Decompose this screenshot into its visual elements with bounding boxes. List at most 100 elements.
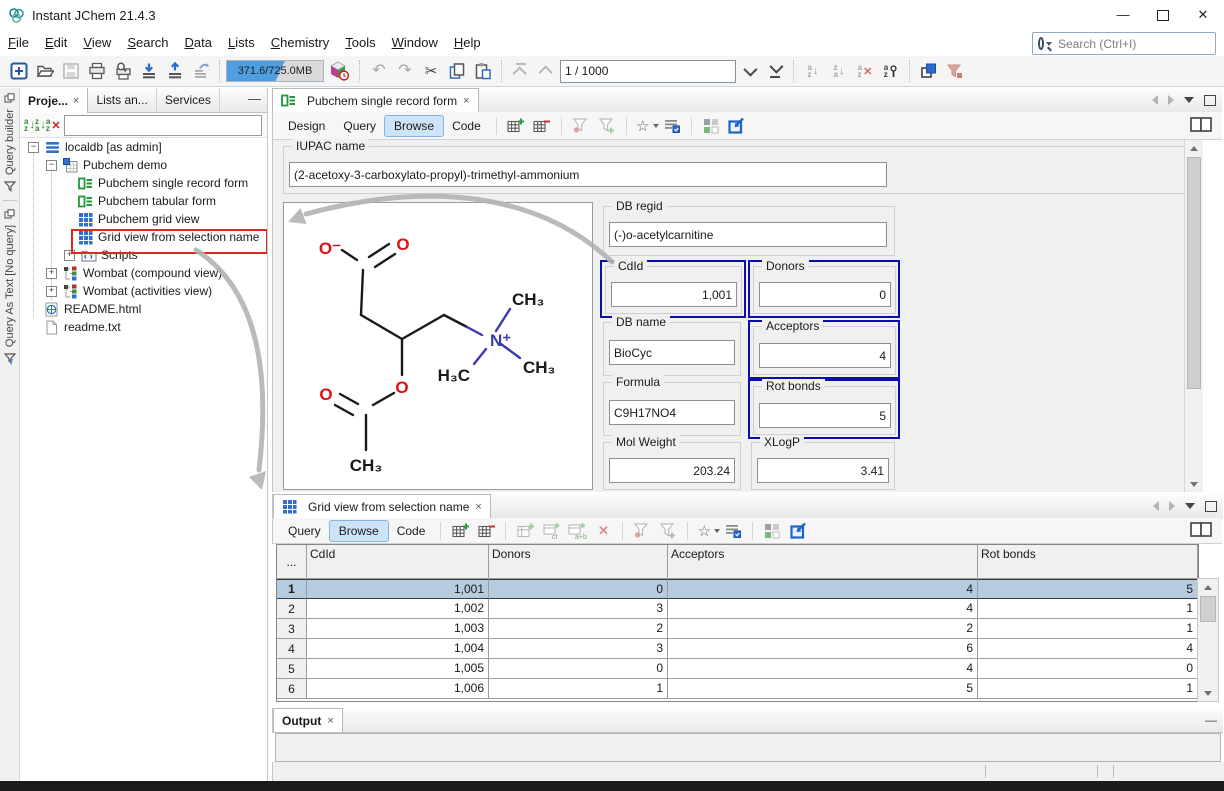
maximize-button[interactable] xyxy=(1146,4,1180,26)
expand-icon[interactable]: + xyxy=(64,250,75,261)
cut-icon[interactable]: ✂ xyxy=(418,58,444,84)
new-item-button[interactable] xyxy=(6,58,32,84)
maximize-panel-icon[interactable] xyxy=(1205,501,1217,512)
add-chemical-terms-field-icon[interactable]: ct xyxy=(538,518,564,544)
row-number[interactable]: 1 xyxy=(277,579,307,599)
scroll-down-icon[interactable] xyxy=(1185,476,1203,492)
widget-toggle-icon[interactable] xyxy=(698,113,724,139)
column-header-cdid[interactable]: CdId xyxy=(307,545,489,579)
memory-gauge[interactable]: 371.6/725.0MB xyxy=(226,60,324,82)
cell-acceptors[interactable]: 4 xyxy=(668,659,978,679)
view-design-button[interactable]: Design xyxy=(279,116,334,136)
tab-pubchem-single-record-form[interactable]: Pubchem single record form × xyxy=(272,88,479,112)
scrollbar-thumb[interactable] xyxy=(1187,157,1201,389)
cell-acceptors[interactable]: 5 xyxy=(668,679,978,699)
table-row[interactable]: 51,005040 xyxy=(277,659,1198,679)
formula-field[interactable] xyxy=(609,400,735,425)
cell-rot-bonds[interactable]: 5 xyxy=(978,579,1198,599)
remove-field-icon[interactable]: ✕ xyxy=(590,518,616,544)
cell-rot-bonds[interactable]: 1 xyxy=(978,599,1198,619)
menu-search[interactable]: Search xyxy=(119,30,176,55)
saved-lists-icon[interactable] xyxy=(659,113,685,139)
menu-tools[interactable]: Tools xyxy=(337,30,383,55)
dock-tab-query-as-text[interactable]: Query As Text [No query] xyxy=(4,225,16,347)
tree-clear-sort-icon[interactable]: az✕ xyxy=(46,118,61,132)
sort-ascending-icon[interactable]: az↓ xyxy=(800,58,826,84)
cell-rot-bonds[interactable]: 1 xyxy=(978,679,1198,699)
cell-cdid[interactable]: 1,002 xyxy=(307,599,489,619)
column-header-donors[interactable]: Donors xyxy=(489,545,668,579)
print-icon[interactable] xyxy=(84,58,110,84)
filter-red-icon[interactable] xyxy=(629,518,655,544)
query-builder-funnel-icon[interactable] xyxy=(4,181,16,192)
search-options-caret-icon[interactable] xyxy=(1046,42,1052,46)
cell-cdid[interactable]: 1,004 xyxy=(307,639,489,659)
close-icon[interactable]: × xyxy=(327,715,333,727)
previous-record-icon[interactable] xyxy=(534,58,560,84)
scroll-up-icon[interactable] xyxy=(1185,140,1203,156)
grid-corner-button[interactable]: ... xyxy=(277,545,307,579)
save-icon[interactable] xyxy=(58,58,84,84)
tab-projects[interactable]: Proje...× xyxy=(20,88,88,113)
cell-donors[interactable]: 2 xyxy=(489,619,668,639)
cdid-field[interactable] xyxy=(611,282,737,307)
query-as-text-funnel-icon[interactable]: T xyxy=(4,353,16,365)
cell-donors[interactable]: 1 xyxy=(489,679,668,699)
next-record-icon[interactable] xyxy=(736,58,762,84)
tree-item-pubchem-grid-view[interactable]: Pubchem grid view xyxy=(20,210,267,228)
form-scrollbar[interactable] xyxy=(1184,140,1203,492)
view-code-button[interactable]: Code xyxy=(443,116,490,136)
cell-acceptors[interactable]: 4 xyxy=(668,599,978,619)
export-icon[interactable] xyxy=(162,58,188,84)
widget-toggle-icon[interactable] xyxy=(759,518,785,544)
menu-help[interactable]: Help xyxy=(446,30,489,55)
import-icon[interactable] xyxy=(136,58,162,84)
table-row[interactable]: 41,004364 xyxy=(277,639,1198,659)
xlogp-field[interactable] xyxy=(757,458,889,483)
menu-lists[interactable]: Lists xyxy=(220,30,263,55)
rot-bonds-field[interactable] xyxy=(759,403,891,428)
table-row[interactable]: 31,003221 xyxy=(277,619,1198,639)
collapse-icon[interactable]: − xyxy=(46,160,57,171)
close-icon[interactable]: × xyxy=(463,95,469,107)
cell-donors[interactable]: 0 xyxy=(489,579,668,599)
scroll-tabs-right-icon[interactable] xyxy=(1169,501,1175,511)
tree-item-readme-html[interactable]: README.html xyxy=(20,300,267,318)
tab-list-caret-icon[interactable] xyxy=(1184,97,1194,103)
row-number[interactable]: 4 xyxy=(277,639,307,659)
db-regid-field[interactable] xyxy=(609,222,887,247)
tree-item-localdb-as-admin[interactable]: −localdb [as admin] xyxy=(20,138,267,156)
iupac-field[interactable] xyxy=(289,162,887,187)
dock-tab-query-builder[interactable]: Query builder xyxy=(4,109,16,175)
redo-icon[interactable]: ↷ xyxy=(392,58,418,84)
filter-red-icon[interactable] xyxy=(568,113,594,139)
clear-filter-icon[interactable] xyxy=(942,58,968,84)
cell-acceptors[interactable]: 4 xyxy=(668,579,978,599)
cell-rot-bonds[interactable]: 0 xyxy=(978,659,1198,679)
view-query-button[interactable]: Query xyxy=(334,116,385,136)
clear-sort-icon[interactable]: az✕ xyxy=(852,58,878,84)
tab-lists[interactable]: Lists an... xyxy=(88,88,156,112)
grid-scrollbar[interactable] xyxy=(1197,578,1219,702)
cell-acceptors[interactable]: 2 xyxy=(668,619,978,639)
scroll-tabs-left-icon[interactable] xyxy=(1152,95,1158,105)
tree-item-pubchem-single-record-form[interactable]: Pubchem single record form xyxy=(20,174,267,192)
tree-sort-az-icon[interactable]: az↓ xyxy=(24,118,35,132)
export-view-icon[interactable] xyxy=(785,518,811,544)
menu-edit[interactable]: Edit xyxy=(37,30,75,55)
structure-viewer[interactable]: O⁻ O N⁺ CH₃ CH₃ H₃C O O CH₃ xyxy=(283,202,593,490)
export-view-icon[interactable] xyxy=(724,113,750,139)
cell-donors[interactable]: 0 xyxy=(489,659,668,679)
cell-rot-bonds[interactable]: 4 xyxy=(978,639,1198,659)
open-icon[interactable] xyxy=(32,58,58,84)
cell-acceptors[interactable]: 6 xyxy=(668,639,978,659)
close-icon[interactable]: × xyxy=(475,501,481,513)
donors-field[interactable] xyxy=(759,282,891,307)
grid-book-icon[interactable] xyxy=(1189,521,1214,541)
menu-window[interactable]: Window xyxy=(384,30,446,55)
scrollbar-thumb[interactable] xyxy=(1200,596,1216,622)
undo-icon[interactable]: ↶ xyxy=(366,58,392,84)
view-browse-button[interactable]: Browse xyxy=(330,521,388,541)
tree-item-pubchem-tabular-form[interactable]: Pubchem tabular form xyxy=(20,192,267,210)
copy-icon[interactable] xyxy=(444,58,470,84)
